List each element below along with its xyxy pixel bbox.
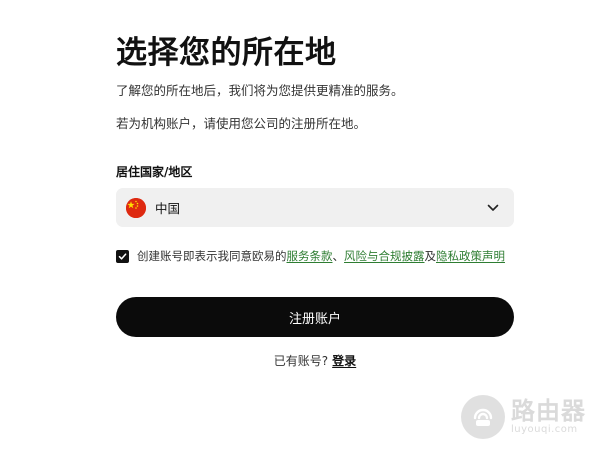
page-subtitle: 了解您的所在地后，我们将为您提供更精准的服务。: [116, 83, 404, 98]
country-field-label: 居住国家/地区: [116, 165, 193, 179]
country-select-value: 中国: [155, 201, 181, 216]
consent-prefix: 创建账号即表示我同意欧易的: [137, 249, 287, 263]
watermark-sub: luyouqi.com: [511, 424, 578, 435]
org-account-note: 若为机构账户，请使用您公司的注册所在地。: [116, 116, 367, 131]
consent-separator: 、: [332, 249, 345, 263]
consent-row: 创建账号即表示我同意欧易的服务条款、风险与合规披露及隐私政策声明: [116, 248, 514, 264]
watermark-main: 路由器: [511, 397, 586, 425]
risk-disclosure-link[interactable]: 风险与合规披露: [344, 249, 425, 263]
china-flag-icon: [126, 197, 146, 218]
router-logo-icon: [461, 395, 505, 439]
country-select[interactable]: 中国: [116, 188, 514, 227]
watermark-text: 路由器 luyouqi.com: [511, 398, 586, 436]
watermark: 路由器 luyouqi.com: [461, 395, 586, 439]
chevron-down-icon: [486, 201, 500, 215]
login-link[interactable]: 登录: [332, 354, 356, 368]
login-row: 已有账号? 登录: [116, 353, 514, 369]
checkmark-icon: [118, 252, 127, 260]
main-content: 选择您的所在地 了解您的所在地后，我们将为您提供更精准的服务。 若为机构账户，请…: [116, 34, 514, 369]
register-account-button[interactable]: 注册账户: [116, 297, 514, 337]
terms-of-service-link[interactable]: 服务条款: [287, 249, 333, 263]
have-account-text: 已有账号?: [273, 354, 329, 368]
consent-conjunction: 及: [424, 249, 437, 263]
page-title: 选择您的所在地: [116, 35, 337, 71]
consent-text: 创建账号即表示我同意欧易的服务条款、风险与合规披露及隐私政策声明: [137, 248, 505, 264]
consent-checkbox[interactable]: [116, 249, 129, 263]
register-location-page: 选择您的所在地 了解您的所在地后，我们将为您提供更精准的服务。 若为机构账户，请…: [0, 0, 600, 457]
privacy-policy-link[interactable]: 隐私政策声明: [436, 249, 505, 263]
